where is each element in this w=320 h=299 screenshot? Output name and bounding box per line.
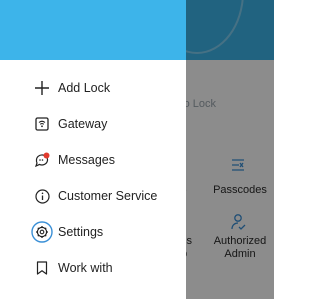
menu-item-messages[interactable]: Messages [0, 145, 186, 175]
menu-item-add-lock[interactable]: Add Lock [0, 73, 186, 103]
navigation-drawer: Add Lock Gateway Messages Customer Servi… [0, 0, 186, 299]
menu-item-label: Gateway [58, 117, 108, 131]
plus-icon [33, 79, 51, 97]
menu-item-gateway[interactable]: Gateway [0, 109, 186, 139]
menu-item-label: Customer Service [58, 189, 158, 203]
menu-item-settings[interactable]: Settings [0, 217, 186, 247]
settings-gear-icon [31, 221, 53, 243]
drawer-header [0, 0, 186, 60]
menu-item-label: Work with [58, 261, 113, 275]
bookmark-icon [33, 259, 51, 277]
menu-item-label: Add Lock [58, 81, 111, 95]
messages-icon [33, 151, 51, 169]
menu-item-work-with[interactable]: Work with [0, 253, 186, 283]
menu-item-customer-service[interactable]: Customer Service [0, 181, 186, 211]
menu-item-label: Messages [58, 153, 115, 167]
gateway-icon [33, 115, 51, 133]
menu-item-label: Settings [58, 225, 104, 239]
info-icon [33, 187, 51, 205]
